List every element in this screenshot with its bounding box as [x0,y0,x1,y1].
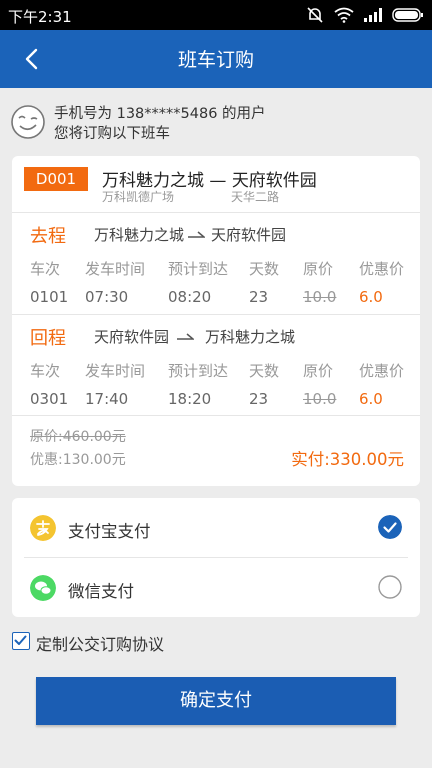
status-time: 下午2:31 [8,8,72,26]
route-from-sub: 万科凯德广场 [102,190,175,204]
user-info: 手机号为 138*****5486 的用户 您将订购以下班车 [10,100,420,144]
summary-paid-amount: 实付:330.00元 [291,450,404,469]
payment-options-card: 支付宝支付 微信支付 [12,498,420,617]
outbound-depart-time: 07:30 [85,288,129,306]
wifi-icon [334,7,354,23]
return-from: 天府软件园 [94,328,170,346]
route-card: D001 万科魅力之城 — 天府软件园 万科凯德广场 天华二路 去程 万科魅力之… [12,156,420,486]
column-header-trip: 车次 [30,362,61,380]
outbound-label: 去程 [30,226,66,247]
wechat-icon [30,575,56,601]
column-header-trip: 车次 [30,260,61,278]
arrow-right-icon [188,231,205,238]
payment-option-wechat[interactable]: 微信支付 [12,558,420,617]
page-title: 班车订购 [177,49,254,71]
mute-icon [307,7,323,23]
outbound-discount-price: 6.0 [359,288,383,306]
alipay-icon [30,515,56,541]
checkmark-icon [14,635,27,645]
return-to: 万科魅力之城 [205,328,296,346]
return-trip-no: 0301 [30,390,69,408]
column-header-days: 天数 [249,260,280,278]
alipay-label: 支付宝支付 [68,522,151,541]
column-header-arrive: 预计到达 [168,260,229,278]
return-original-price: 10.0 [303,390,337,408]
divider [12,314,420,315]
column-header-depart: 发车时间 [85,362,146,380]
column-header-arrive: 预计到达 [168,362,229,380]
return-label: 回程 [30,328,66,349]
radio-checked-icon [378,515,402,539]
summary-original-price: 原价:460.00元 [30,429,126,445]
return-discount-price: 6.0 [359,390,383,408]
checkbox[interactable] [12,632,30,650]
divider [12,212,420,213]
return-depart-time: 17:40 [85,390,129,408]
column-header-discount-price: 优惠价 [359,260,405,278]
outbound-arrive-time: 08:20 [168,288,212,306]
user-order-hint: 您将订购以下班车 [54,126,170,142]
signal-icon [364,8,382,22]
wechat-label: 微信支付 [68,582,134,601]
divider [12,415,420,416]
status-icons [306,6,424,24]
confirm-pay-button[interactable]: 确定支付 [36,677,396,725]
route-dash: — [209,171,227,191]
route-to-sub: 天华二路 [231,190,280,204]
arrow-right-icon [177,333,194,340]
return-arrive-time: 18:20 [168,390,212,408]
wink-face-icon [11,105,45,139]
return-days: 23 [249,390,269,408]
column-header-depart: 发车时间 [85,260,146,278]
outbound-original-price: 10.0 [303,288,337,306]
outbound-days: 23 [249,288,269,306]
status-bar: 下午2:31 [0,0,432,30]
payment-option-alipay[interactable]: 支付宝支付 [12,498,420,557]
battery-icon [392,8,423,22]
outbound-trip-no: 0101 [30,288,69,306]
column-header-original-price: 原价 [303,260,334,278]
nav-bar: 班车订购 [0,30,432,88]
column-header-days: 天数 [249,362,280,380]
column-header-original-price: 原价 [303,362,334,380]
route-code-badge: D001 [24,167,88,191]
outbound-from: 万科魅力之城 [94,226,185,244]
user-phone-text: 手机号为 138*****5486 的用户 [54,106,266,122]
radio-unchecked-icon [378,575,402,599]
summary-discount: 优惠:130.00元 [30,452,126,468]
column-header-discount-price: 优惠价 [359,362,405,380]
outbound-to: 天府软件园 [211,226,287,244]
agreement-link[interactable]: 定制公交订购协议 [36,631,164,655]
